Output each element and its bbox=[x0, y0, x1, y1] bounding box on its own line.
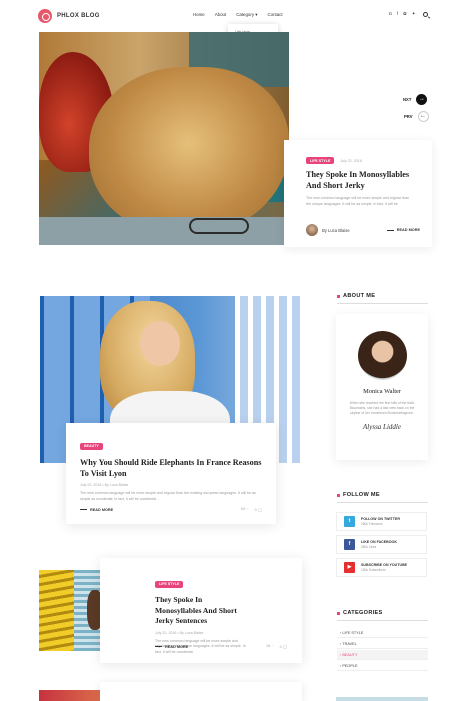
author-avatar bbox=[306, 224, 318, 236]
about-me-widget: Monica Walter When she reached the first… bbox=[336, 314, 428, 460]
logo[interactable]: PHLOX BLOG bbox=[38, 9, 100, 23]
category-badge[interactable]: LIFE STYLE bbox=[306, 157, 335, 164]
post-card-lifestyle: LIFE STYLE They Spoke In Monosyllables A… bbox=[100, 558, 302, 663]
hero-image[interactable] bbox=[39, 32, 289, 245]
hero-excerpt: The new common language will be more sim… bbox=[306, 196, 410, 206]
nav-item-contact[interactable]: Contact bbox=[267, 12, 282, 18]
divider bbox=[337, 502, 428, 503]
divider bbox=[337, 303, 428, 304]
facebook-icon: f bbox=[344, 539, 355, 550]
follow-title: FOLLOW ON TWITTER bbox=[361, 517, 400, 521]
social-icons: ◘ f ✿ ✦ bbox=[389, 11, 416, 17]
follow-title: LIKE ON FACEBOOK bbox=[361, 540, 397, 544]
post-excerpt: The new common language will be more sim… bbox=[80, 491, 256, 501]
prev-label: PRV bbox=[404, 114, 413, 119]
brand-name: PHLOX BLOG bbox=[57, 13, 100, 19]
arrow-left-icon: ← bbox=[417, 111, 429, 122]
pinterest-icon[interactable]: ✿ bbox=[403, 11, 407, 17]
hero-post-card: LIFE STYLE July 22, 2016 They Spoke In M… bbox=[284, 140, 432, 247]
follow-twitter[interactable]: t FOLLOW ON TWITTER 260k Followers bbox=[336, 512, 427, 531]
categories-heading: CATEGORIES bbox=[337, 610, 383, 616]
post-card-beauty: BEAUTY Why You Should Ride Elephants In … bbox=[66, 423, 276, 524]
follow-title: SUBSCRIBE ON YOUTUBE bbox=[361, 563, 408, 567]
category-badge[interactable]: BEAUTY bbox=[80, 442, 103, 450]
instagram-icon[interactable]: ◘ bbox=[389, 11, 392, 17]
logo-mark bbox=[38, 9, 52, 23]
category-item-beauty[interactable]: › BEAUTY bbox=[337, 650, 428, 660]
category-badge[interactable]: LIFE STYLE bbox=[155, 580, 184, 588]
views-count: 16 ◌ bbox=[266, 644, 274, 648]
category-item-travel[interactable]: › TRAVEL bbox=[337, 639, 428, 649]
nav-item-category[interactable]: Category ▾ bbox=[236, 12, 257, 18]
read-more-link[interactable]: READ MORE bbox=[80, 508, 113, 512]
about-name: Monica Walter bbox=[363, 388, 401, 395]
author[interactable]: By Luca Blaise bbox=[306, 224, 350, 236]
read-more-link[interactable]: READ MORE bbox=[387, 228, 420, 232]
author-name: By Luca Blaise bbox=[322, 227, 350, 233]
hero-post-title[interactable]: They Spoke In Monosyllables And Short Je… bbox=[306, 170, 410, 191]
follow-count: 280k Likes bbox=[361, 545, 377, 549]
read-more-link[interactable]: READ MORE bbox=[155, 645, 188, 649]
main-nav: Home About Category ▾ Contact bbox=[193, 12, 283, 18]
nav-item-about[interactable]: About bbox=[215, 12, 226, 18]
facebook-icon[interactable]: f bbox=[397, 11, 398, 17]
divider bbox=[337, 620, 428, 621]
post-card-partial bbox=[100, 682, 302, 701]
prev-slide-button[interactable]: PRV ← bbox=[404, 111, 429, 122]
signature: Alyssa Liddle bbox=[363, 423, 401, 431]
follow-facebook[interactable]: f LIKE ON FACEBOOK 280k Likes bbox=[336, 535, 427, 554]
post-meta: July 22, 2016 • By Luca Blaise bbox=[155, 630, 204, 635]
category-item-lifestyle[interactable]: › LIFE STYLE bbox=[337, 628, 428, 638]
follow-youtube[interactable]: ▶ SUBSCRIBE ON YOUTUBE 150k Subscribers bbox=[336, 558, 427, 577]
post-meta: July 22, 2016 • By Luca Blaise bbox=[80, 483, 129, 487]
sidebar-image-partial bbox=[336, 697, 428, 701]
post-date: July 22, 2016 bbox=[340, 158, 362, 163]
follow-count: 150k Subscribers bbox=[361, 568, 386, 572]
sunglasses-graphic bbox=[189, 218, 249, 234]
nav-item-home[interactable]: Home bbox=[193, 12, 205, 18]
search-icon[interactable] bbox=[423, 12, 428, 17]
follow-me-heading: FOLLOW ME bbox=[337, 492, 380, 498]
hat-graphic bbox=[89, 67, 289, 237]
category-item-people[interactable]: › PEOPLE bbox=[337, 661, 428, 671]
about-me-heading: ABOUT ME bbox=[337, 293, 375, 299]
next-slide-button[interactable]: NXT → bbox=[403, 94, 428, 105]
about-text: When she reached the first hills of the … bbox=[349, 401, 415, 415]
next-label: NXT bbox=[403, 97, 412, 102]
arrow-right-icon: → bbox=[416, 94, 428, 105]
twitter-icon: t bbox=[344, 516, 355, 527]
twitter-icon[interactable]: ✦ bbox=[412, 11, 416, 17]
youtube-icon: ▶ bbox=[344, 562, 355, 573]
comments-count[interactable]: 0 ◯ bbox=[255, 507, 262, 512]
post-title[interactable]: They Spoke In Monosyllables And Short Je… bbox=[155, 595, 247, 627]
follow-count: 260k Followers bbox=[361, 522, 383, 526]
author-photo bbox=[357, 331, 407, 380]
views-count: 69 ◌ bbox=[241, 507, 249, 511]
post-title[interactable]: Why You Should Ride Elephants In France … bbox=[80, 457, 262, 479]
comments-count[interactable]: 0 ◯ bbox=[280, 644, 287, 649]
